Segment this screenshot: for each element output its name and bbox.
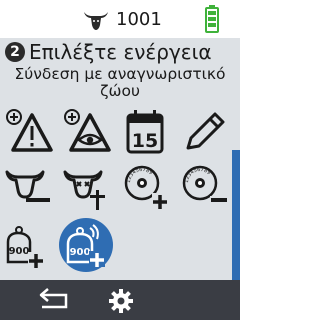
cow-minus-icon (5, 170, 50, 202)
ear-tag-number: 900 (9, 246, 30, 257)
gear-icon[interactable] (106, 286, 136, 316)
subtitle-line-2: ζώου (100, 82, 140, 100)
add-warning-action[interactable] (4, 106, 54, 154)
add-ear-tag-action[interactable]: 900 (4, 222, 54, 270)
round-tag-plus-icon: 123456789 (124, 165, 168, 209)
add-electronic-tag-action[interactable]: 900 (62, 222, 112, 270)
animal-count: 1001 (116, 9, 162, 30)
back-icon[interactable] (34, 285, 74, 315)
ear-tag-plus-icon: 900 (6, 226, 44, 268)
step-badge: 2 (5, 42, 25, 62)
subtitle-line-1: Σύνδεση με αναγνωριστικό (14, 65, 226, 83)
eye-warning-plus-icon (64, 109, 111, 152)
remove-visual-tag-action[interactable]: 123456789 (180, 164, 230, 212)
page-title: Επιλέξτε ενέργεια (29, 40, 212, 64)
calendar-action[interactable]: 15 (122, 108, 172, 156)
scrollbar[interactable] (232, 150, 240, 280)
add-observation-action[interactable] (62, 106, 112, 154)
battery-icon (205, 5, 219, 33)
warning-plus-icon (6, 109, 53, 152)
electronic-tag-number: 900 (70, 247, 91, 258)
round-tag-minus-icon: 123456789 (182, 165, 228, 204)
cow-head-icon (84, 12, 108, 30)
calendar-icon: 15 (126, 110, 164, 154)
cow-cross-icon (63, 170, 105, 210)
dead-animal-action[interactable] (62, 164, 112, 212)
add-visual-tag-action[interactable]: 123456789 (122, 164, 172, 212)
calendar-day: 15 (132, 130, 158, 152)
page-subtitle: Σύνδεση με αναγνωριστικό ζώου (0, 66, 240, 100)
edit-action[interactable] (180, 108, 230, 156)
electronic-tag-plus-icon: 900 (66, 224, 105, 267)
pencil-icon (186, 112, 225, 150)
remove-animal-action[interactable] (4, 164, 54, 212)
